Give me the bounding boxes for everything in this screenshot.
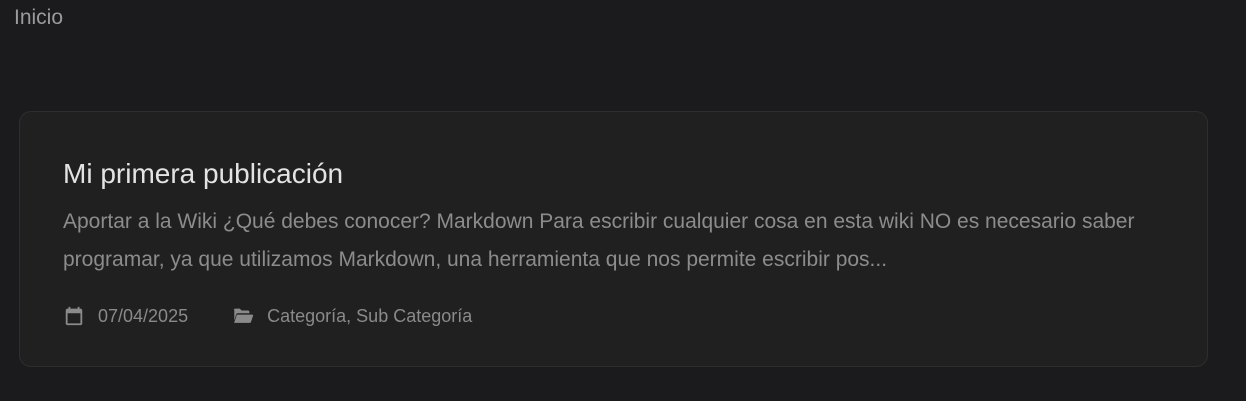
subcategory-link[interactable]: Sub Categoría	[356, 304, 472, 328]
post-date: 07/04/2025	[63, 304, 188, 328]
category-separator: ,	[346, 306, 357, 326]
post-summary: Aportar a la Wiki ¿Qué debes conocer? Ma…	[63, 210, 1135, 271]
post-card: Mi primera publicación Aportar a la Wiki…	[19, 111, 1208, 367]
post-title[interactable]: Mi primera publicación	[63, 156, 343, 192]
calendar-icon	[63, 305, 85, 327]
post-categories: Categoría , Sub Categoría	[232, 304, 472, 328]
category-link[interactable]: Categoría	[267, 304, 346, 328]
folder-open-icon	[232, 305, 254, 327]
breadcrumb-home-link[interactable]: Inicio	[14, 4, 63, 32]
post-date-text: 07/04/2025	[98, 306, 189, 326]
post-meta: 07/04/2025 Categoría , Sub Categoría	[63, 304, 472, 328]
